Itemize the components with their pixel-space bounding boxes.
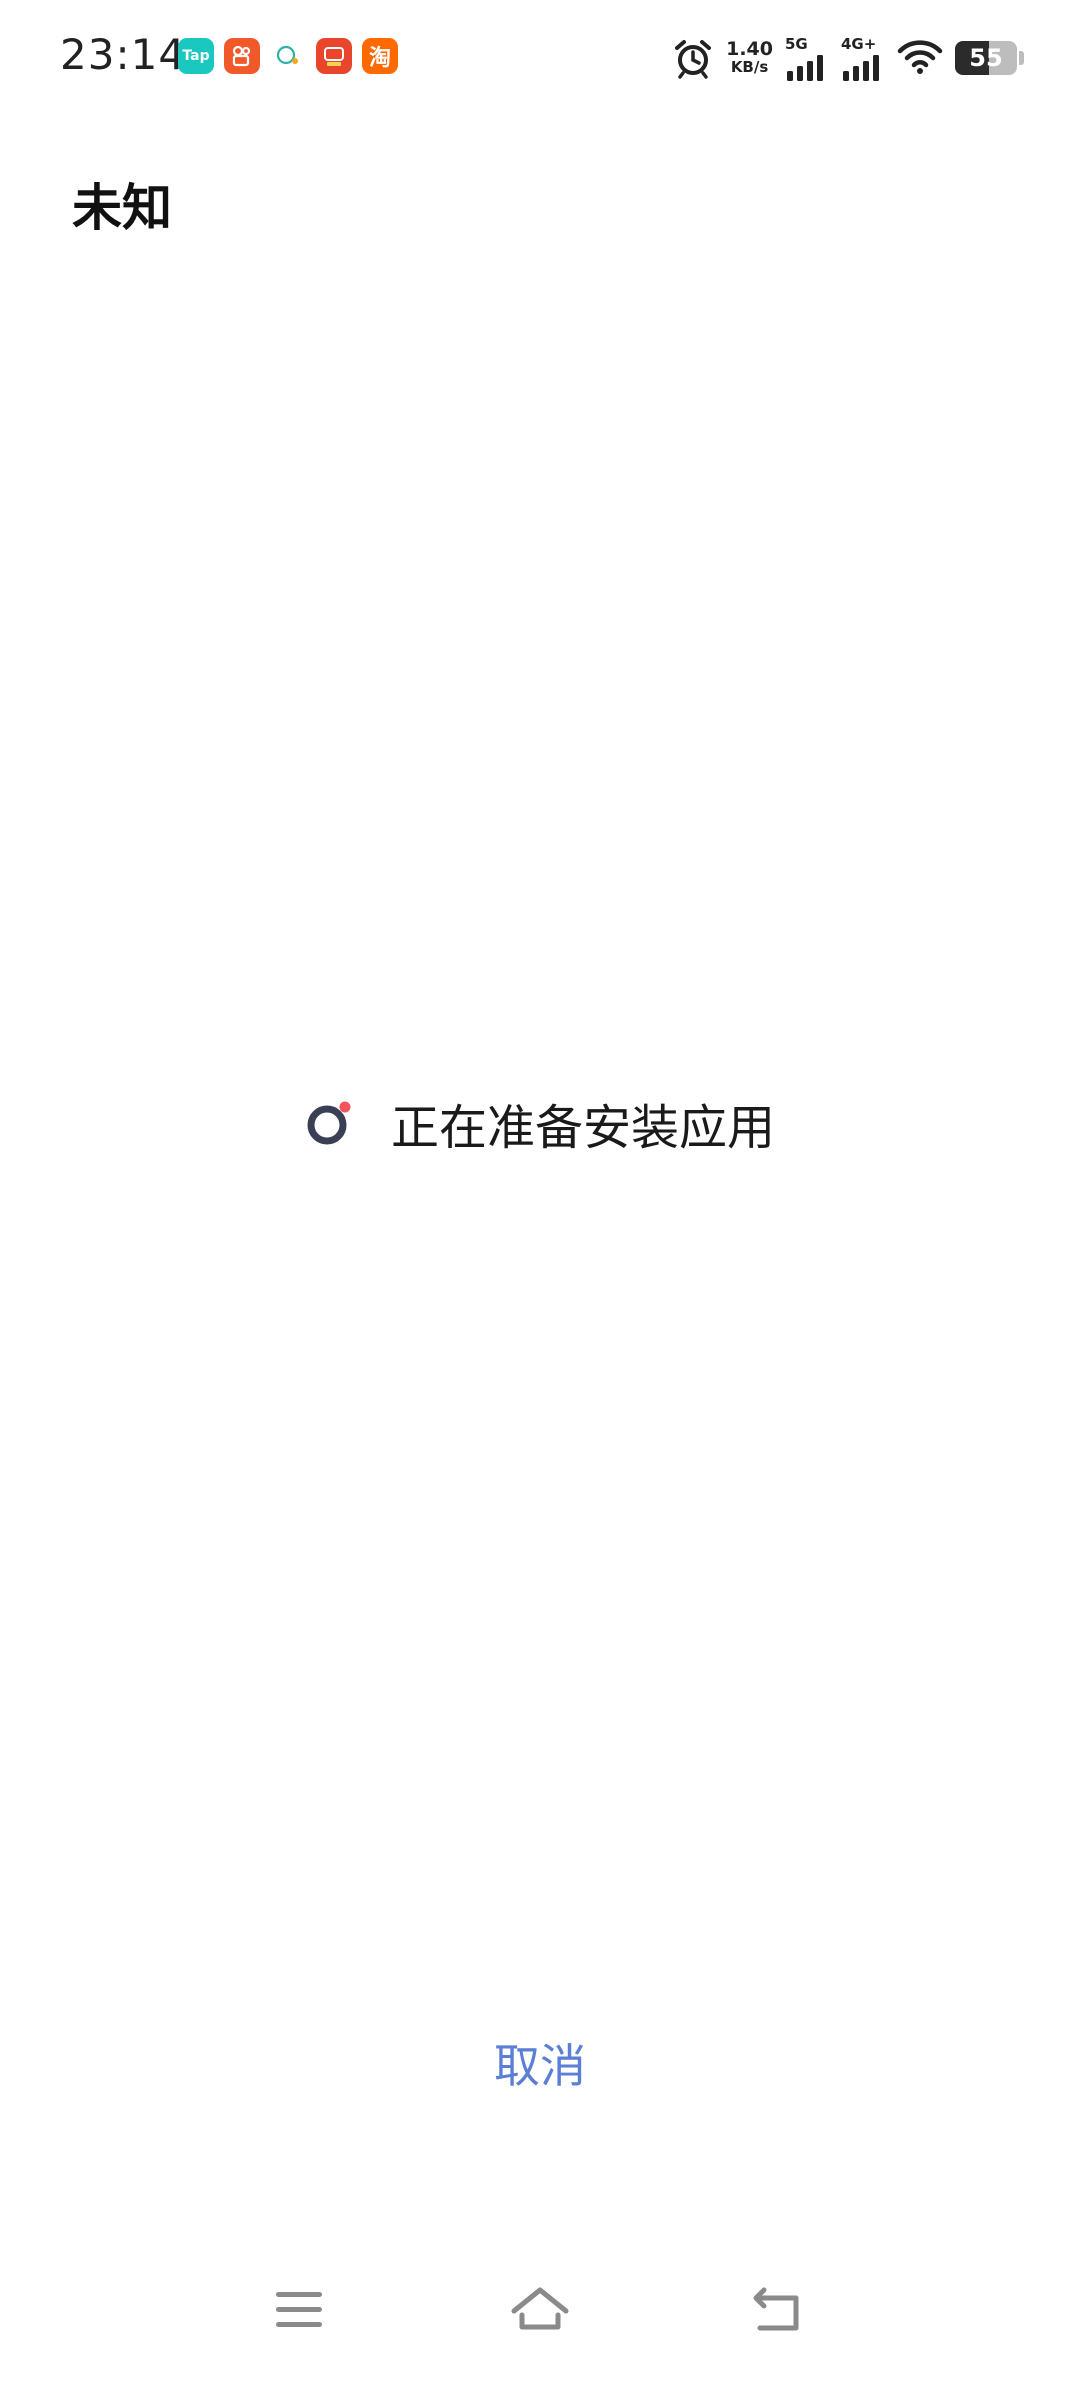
page-title: 未知 — [72, 179, 172, 237]
signal-5g: 5G — [785, 35, 829, 81]
wifi-icon — [897, 40, 943, 74]
progress-message: 正在准备安装应用 — [390, 1100, 775, 1156]
kuaishou-icon — [224, 38, 260, 74]
news-app-icon — [316, 38, 352, 74]
back-button[interactable] — [730, 2270, 830, 2350]
chat-icon — [270, 38, 306, 74]
network-speed-value: 1.40 — [726, 38, 773, 60]
taobao-icon: 淘 — [362, 38, 398, 74]
cancel-button[interactable]: 取消 — [0, 2030, 1080, 2096]
status-bar: 23:14 Tap 淘 1.40 KB/s 5G 4G+ 55 — [0, 0, 1080, 116]
home-icon — [511, 2287, 569, 2330]
network-speed: 1.40 KB/s — [726, 38, 773, 77]
signal-icon — [787, 55, 823, 81]
battery-tip — [1019, 51, 1024, 65]
signal-icon — [843, 55, 879, 81]
network-speed-unit: KB/s — [730, 58, 769, 76]
home-button[interactable] — [490, 2270, 590, 2350]
battery-icon: 55 — [955, 41, 1017, 75]
status-time: 23:14 — [60, 30, 187, 79]
battery-level: 55 — [969, 44, 1003, 72]
taptap-icon: Tap — [178, 38, 214, 74]
install-screen: 23:14 Tap 淘 1.40 KB/s 5G 4G+ 55 未知 正在准备安… — [0, 0, 1080, 2400]
back-icon — [753, 2287, 799, 2331]
loading-spinner-icon — [307, 1101, 351, 1145]
menu-button[interactable] — [250, 2270, 350, 2350]
signal-4g: 4G+ — [841, 35, 885, 81]
alarm-icon — [675, 40, 712, 79]
navigation-bar — [0, 2240, 1080, 2400]
system-status: 1.40 KB/s 5G 4G+ 55 — [672, 34, 1024, 82]
menu-icon — [276, 2292, 322, 2327]
notification-icons: Tap 淘 — [178, 38, 398, 74]
install-progress: 正在准备安装应用 — [0, 1088, 1080, 1158]
